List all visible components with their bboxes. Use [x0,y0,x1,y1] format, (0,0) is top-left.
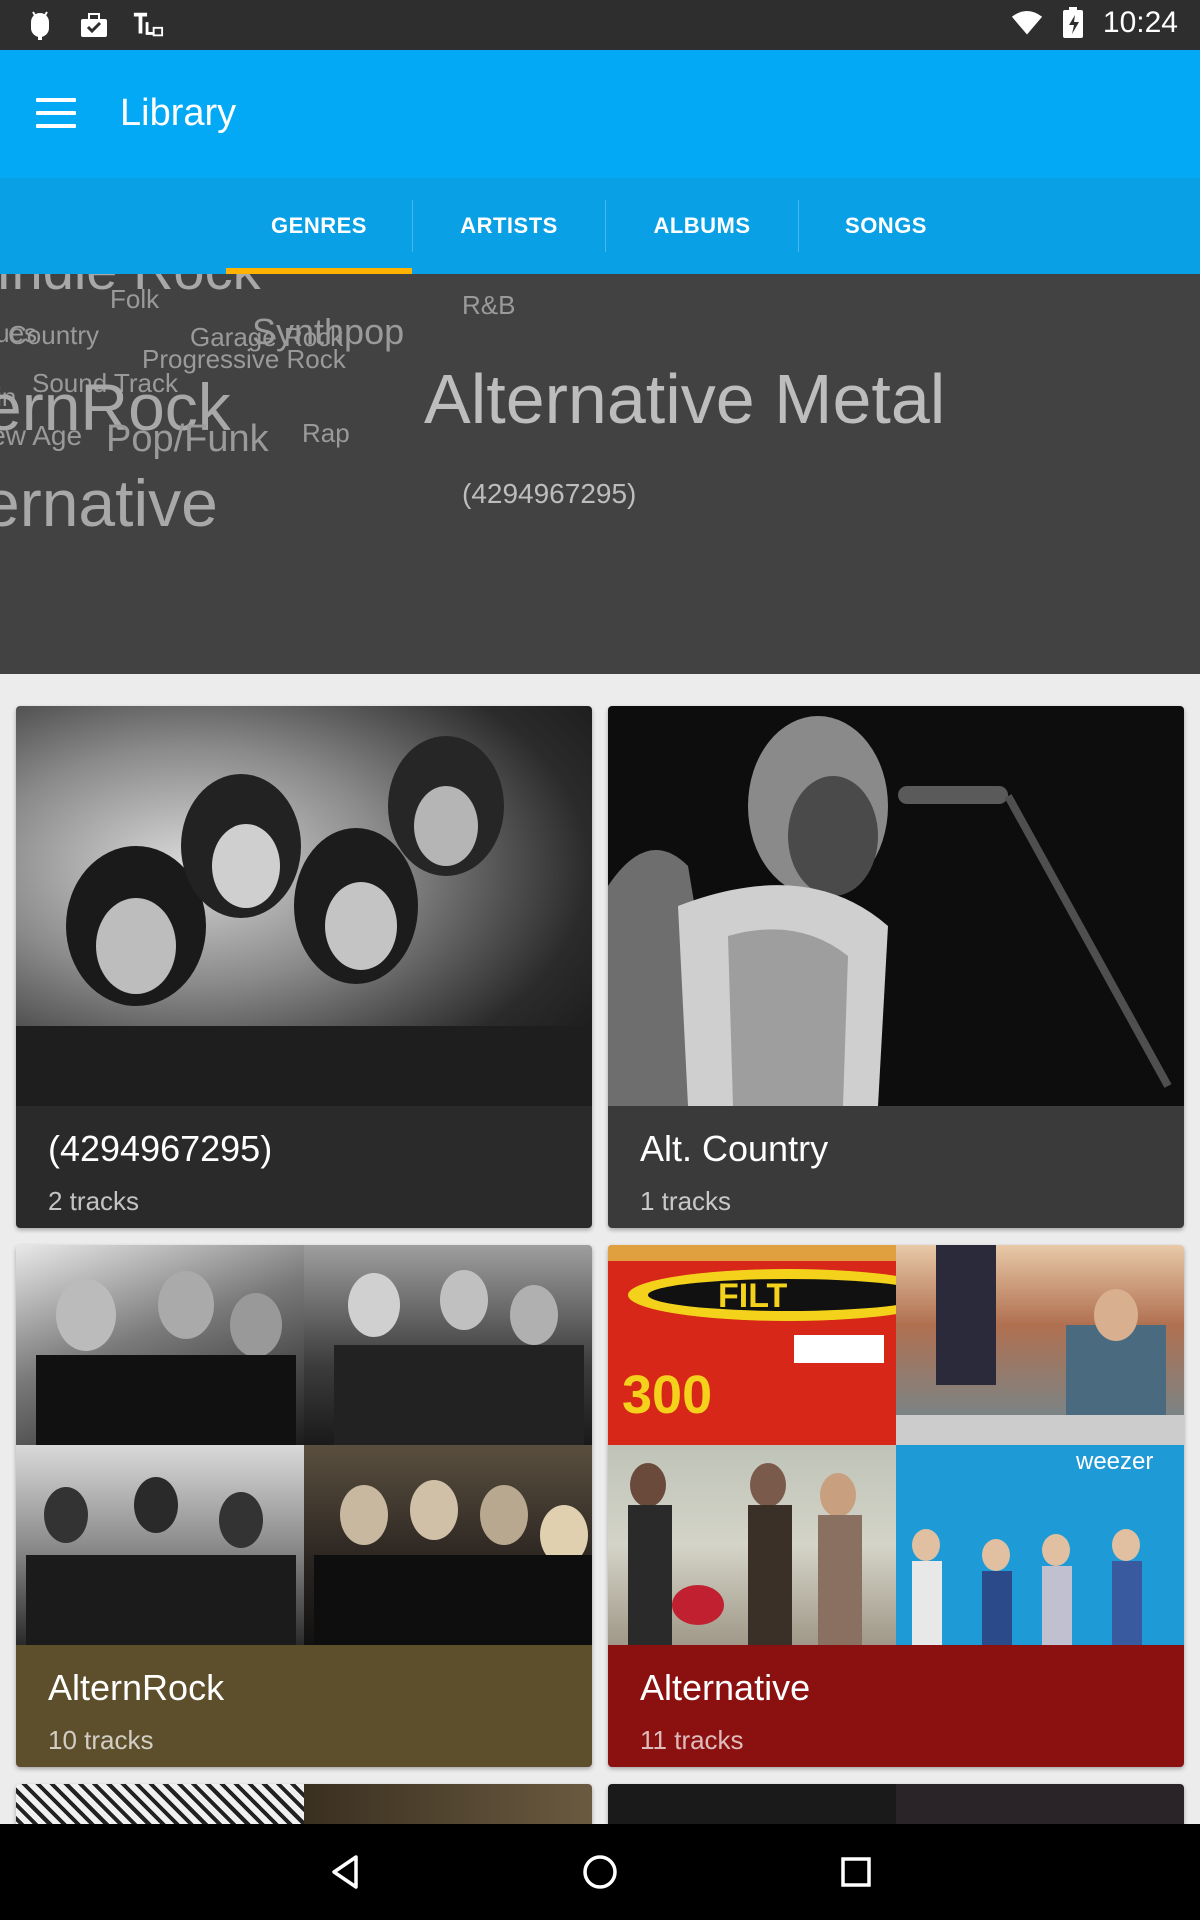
navigation-bar [0,1824,1200,1920]
genre-name: AlternRock [48,1667,225,1708]
genre-card[interactable]: FILT 300 weezer Alternative 11 tracks [608,1245,1184,1767]
genre-cloud[interactable]: Indie Rock Folk R&B Blues Country Garage… [0,274,1200,674]
app-bar: Library [0,50,1200,178]
battery-icon [1057,7,1089,39]
status-time: 10:24 [1102,6,1178,39]
album-thumb [16,1784,304,1824]
album-thumb [608,1445,896,1645]
tab-bar: GENRES ARTISTS ALBUMS SONGS [0,178,1200,274]
wifi-icon [1011,7,1043,39]
genre-info: AlternRock 10 tracks [16,1645,592,1767]
genre-track-count: 1 tracks [640,1186,732,1216]
tab-genres[interactable]: GENRES [226,178,412,274]
cloud-word[interactable]: Rap [302,420,350,446]
page-title: Library [120,92,237,134]
tab-songs[interactable]: SONGS [799,178,973,274]
tab-label: GENRES [271,213,367,238]
cloud-word[interactable]: Country [8,322,99,348]
album-thumb [304,1245,592,1445]
album-thumb [608,1784,896,1824]
text-lock-icon [132,9,164,41]
weezer-logo-text: weezer [1075,1448,1153,1475]
album-thumb [896,1245,1184,1445]
genre-track-count: 11 tracks [640,1725,744,1755]
album-thumb [304,1445,592,1645]
cloud-word[interactable]: Alternative [0,470,218,536]
genre-name: (4294967295) [48,1128,273,1169]
genre-artwork: FILT 300 weezer [608,1245,1184,1645]
album-thumb [304,1784,592,1824]
genre-name: Alternative [640,1667,811,1708]
tab-label: SONGS [845,213,927,238]
hamburger-menu-icon[interactable] [36,98,76,130]
status-bar: 10:24 [0,0,1200,50]
genre-artwork [16,1245,592,1645]
android-debug-icon [24,9,56,41]
genre-track-count: 10 tracks [48,1725,154,1755]
recents-square-icon[interactable] [830,1846,882,1898]
album-thumb: weezer [896,1445,1184,1645]
genre-card[interactable] [608,1784,1184,1824]
tab-artists[interactable]: ARTISTS [413,178,605,274]
genre-card[interactable]: (4294967295) 2 tracks [16,706,592,1228]
briefcase-icon [78,9,110,41]
selected-genre-count: (4294967295) [462,478,637,509]
selected-genre-title: Alternative Metal [424,360,946,438]
genre-name: Alt. Country [640,1128,829,1169]
tab-label: ARTISTS [460,213,558,238]
cloud-word[interactable]: Pop/Funk [106,420,269,458]
genre-track-count: 2 tracks [48,1186,140,1216]
album-thumb [16,1445,304,1645]
album-thumb [896,1784,1184,1824]
genre-artwork [16,706,592,1106]
filter-logo-text: FILT [718,1277,787,1315]
genre-info: Alt. Country 1 tracks [608,1106,1184,1228]
album-thumb: FILT 300 [608,1245,896,1445]
cloud-word[interactable]: Folk [110,286,159,312]
album-thumb [16,1245,304,1445]
genre-card[interactable] [16,1784,592,1824]
genre-card[interactable]: AlternRock 10 tracks [16,1245,592,1767]
genre-info: (4294967295) 2 tracks [16,1106,592,1228]
filter-number-text: 300 [622,1365,712,1425]
tab-albums[interactable]: ALBUMS [606,178,798,274]
genre-artwork [608,706,1184,1106]
genre-card[interactable]: Alt. Country 1 tracks [608,706,1184,1228]
tab-label: ALBUMS [653,213,751,238]
cloud-word[interactable]: R&B [462,292,515,318]
cloud-word[interactable]: New Age [0,422,82,450]
back-triangle-icon[interactable] [320,1846,372,1898]
home-circle-icon[interactable] [574,1846,626,1898]
genre-grid: (4294967295) 2 tracks Alt. Country 1 tra… [0,674,1200,1824]
genre-info: Alternative 11 tracks [608,1645,1184,1767]
